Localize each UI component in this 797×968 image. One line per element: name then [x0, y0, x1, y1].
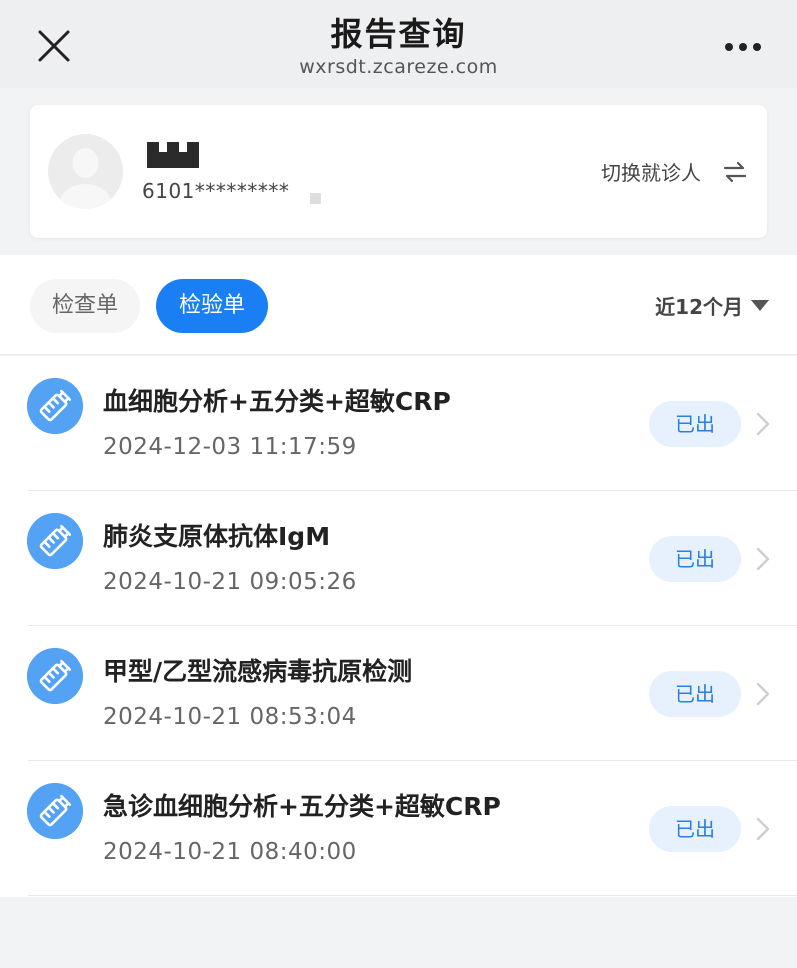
report-time: 2024-10-21 08:53:04: [103, 704, 357, 730]
report-row[interactable]: 急诊血细胞分析+五分类+超敏CRP 2024-10-21 08:40:00 已出: [0, 761, 797, 896]
test-tube-icon: [27, 513, 83, 569]
chevron-right-icon: [756, 547, 770, 571]
status-badge: 已出: [649, 401, 741, 447]
name-mosaic: [147, 142, 199, 168]
mosaic-dot: [310, 193, 321, 204]
chevron-right-icon: [756, 412, 770, 436]
switch-patient-button[interactable]: 切换就诊人: [601, 157, 747, 186]
status-badge: 已出: [649, 536, 741, 582]
report-time: 2024-10-21 08:40:00: [103, 839, 357, 865]
row-divider: [28, 895, 797, 896]
tab-lab-test[interactable]: 检验单: [156, 279, 268, 333]
swap-arrows-icon: [723, 161, 747, 182]
test-tube-icon: [27, 783, 83, 839]
avatar-silhouette-icon: [59, 148, 112, 209]
patient-id: 6101*********: [142, 179, 290, 203]
status-badge: 已出: [649, 806, 741, 852]
avatar: [48, 134, 123, 209]
patient-card: 6101********* 切换就诊人: [30, 105, 767, 238]
report-time: 2024-12-03 11:17:59: [103, 434, 357, 460]
more-icon[interactable]: [720, 30, 766, 64]
report-row[interactable]: 血细胞分析+五分类+超敏CRP 2024-12-03 11:17:59 已出: [0, 356, 797, 491]
title-wrap: 报告查询 wxrsdt.zcareze.com: [0, 14, 797, 80]
caret-down-icon: [751, 300, 769, 311]
top-bar: 报告查询 wxrsdt.zcareze.com: [0, 0, 797, 88]
test-tube-icon: [27, 648, 83, 704]
report-title: 甲型/乙型流感病毒抗原检测: [103, 657, 413, 686]
report-title: 急诊血细胞分析+五分类+超敏CRP: [103, 792, 501, 821]
report-row[interactable]: 甲型/乙型流感病毒抗原检测 2024-10-21 08:53:04 已出: [0, 626, 797, 761]
switch-patient-label: 切换就诊人: [601, 161, 701, 185]
report-title: 血细胞分析+五分类+超敏CRP: [103, 387, 451, 416]
period-filter-label: 近12个月: [655, 295, 743, 319]
page-title: 报告查询: [330, 15, 467, 53]
period-filter[interactable]: 近12个月: [655, 291, 769, 320]
test-tube-icon: [27, 378, 83, 434]
chevron-right-icon: [756, 682, 770, 706]
report-title: 肺炎支原体抗体IgM: [103, 522, 331, 551]
report-row[interactable]: 肺炎支原体抗体IgM 2024-10-21 09:05:26 已出: [0, 491, 797, 626]
tab-inspection[interactable]: 检查单: [30, 279, 140, 333]
report-list: 血细胞分析+五分类+超敏CRP 2024-12-03 11:17:59 已出 肺…: [0, 356, 797, 897]
report-time: 2024-10-21 09:05:26: [103, 569, 357, 595]
status-badge: 已出: [649, 671, 741, 717]
tabs-panel: 检查单 检验单 近12个月: [0, 255, 797, 355]
page-url: wxrsdt.zcareze.com: [299, 56, 498, 78]
chevron-right-icon: [756, 817, 770, 841]
